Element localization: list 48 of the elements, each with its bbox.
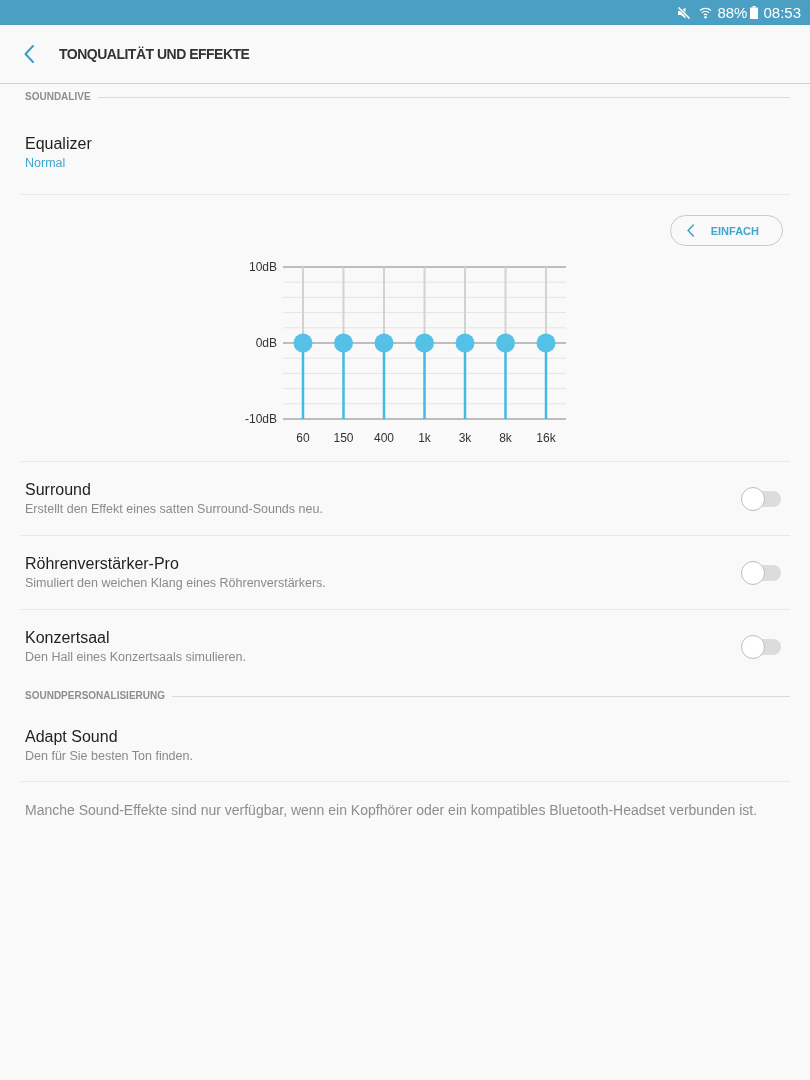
page-title: TONQUALITÄT UND EFFEKTE: [59, 46, 250, 62]
slider-track[interactable]: [423, 266, 426, 419]
setting-title: Equalizer: [25, 134, 93, 154]
slider-thumb[interactable]: [374, 333, 394, 353]
setting-title: Adapt Sound: [25, 727, 119, 747]
slider-thumb[interactable]: [415, 333, 434, 353]
toggle-switch[interactable]: [741, 634, 781, 659]
setting-description: Erstellt den Effekt eines satten Surround-Sounds neu.: [25, 501, 324, 517]
slider-track[interactable]: [463, 266, 467, 419]
axis-tick-label: 3k: [458, 431, 472, 445]
slider-track[interactable]: [342, 266, 345, 419]
axis-tick-label: 16k: [536, 431, 556, 445]
setting-title: Röhrenverstärker-Pro: [25, 554, 180, 574]
setting-description: Den Hall eines Konzertsaals simulieren.: [25, 649, 247, 665]
battery-icon: [750, 6, 759, 19]
setting-title: Konzertsaal: [25, 628, 111, 648]
wifi-icon: [699, 6, 713, 19]
toggle-switch[interactable]: [741, 486, 781, 511]
slider-thumb[interactable]: [536, 333, 556, 353]
axis-tick-label: 400: [374, 431, 394, 445]
axis-tick-label: -10dB: [244, 412, 277, 426]
setting-description: Den für Sie besten Ton finden.: [25, 748, 194, 764]
axis-tick-label: 150: [333, 431, 354, 445]
clock-time: 08:53: [763, 3, 801, 22]
slider-track[interactable]: [301, 266, 305, 419]
slider-thumb[interactable]: [496, 333, 515, 353]
axis-tick-label: 8k: [499, 431, 512, 445]
setting-description: Simuliert den weichen Klang eines Röhrenverstärkers.: [25, 575, 327, 591]
chevron-left-icon: [686, 224, 694, 237]
section-header: SOUNDPERSONALISIERUNG: [25, 689, 165, 703]
slider-thumb[interactable]: [334, 333, 353, 353]
axis-tick-label: 10dB: [248, 260, 277, 274]
setting-title: Surround: [25, 480, 92, 500]
slider-track[interactable]: [544, 266, 548, 419]
axis-tick-label: 60: [296, 431, 310, 445]
footnote-text: Manche Sound-Effekte sind nur verfügbar, wenn ein Kopfhörer oder ein kompatibles Bluetooth-Headset verbunden ist.: [20, 781, 790, 820]
setting-value: Normal: [25, 155, 67, 171]
slider-thumb[interactable]: [455, 333, 475, 353]
slider-track[interactable]: [382, 266, 386, 419]
battery-percentage: 88%: [717, 3, 748, 22]
axis-tick-label: 0dB: [255, 336, 277, 350]
toggle-switch[interactable]: [741, 560, 781, 585]
chevron-left-icon: [24, 45, 34, 63]
slider-track[interactable]: [504, 266, 507, 419]
axis-tick-label: 1k: [418, 431, 431, 445]
slider-thumb[interactable]: [293, 333, 313, 353]
speaker-muted-icon: [677, 5, 692, 20]
section-header: SOUNDALIVE: [25, 90, 91, 104]
